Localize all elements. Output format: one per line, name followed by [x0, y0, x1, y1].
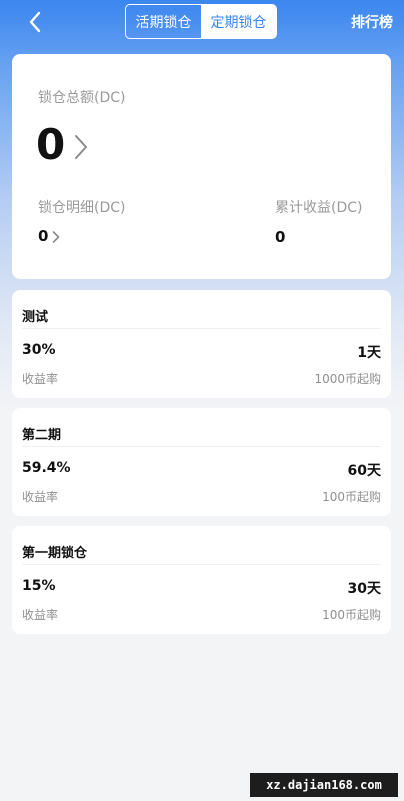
plan-rate-value: 15% [22, 578, 56, 594]
plan-card[interactable]: 测试 30% 1天 收益率 1000币起购 [12, 290, 391, 398]
plan-rate-value: 30% [22, 342, 56, 358]
tab-flexible-lock[interactable]: 活期锁仓 [126, 5, 201, 38]
lock-detail-value: 0 [38, 227, 49, 245]
plan-duration: 60天 [347, 463, 381, 479]
total-locked-label: 锁仓总额(DC) [38, 90, 126, 106]
plan-rate-label: 收益率 [22, 608, 59, 622]
lock-type-tabs: 活期锁仓 定期锁仓 [125, 4, 277, 39]
divider [22, 328, 381, 329]
leaderboard-link[interactable]: 排行榜 [351, 12, 393, 32]
plan-minimum-purchase: 100币起购 [322, 490, 381, 504]
plan-rate-value: 59.4% [22, 460, 71, 476]
chevron-right-icon [53, 231, 60, 243]
total-locked-value: 0 [36, 120, 66, 169]
lock-detail-label: 锁仓明细(DC) [38, 200, 126, 216]
cumulative-earnings-label: 累计收益(DC) [275, 200, 363, 216]
plan-name: 测试 [22, 310, 49, 325]
plan-minimum-purchase: 1000币起购 [314, 372, 381, 386]
chevron-left-icon [29, 11, 41, 33]
divider [22, 564, 381, 565]
plan-rate-label: 收益率 [22, 490, 59, 504]
plan-name: 第一期锁仓 [22, 546, 88, 561]
divider [22, 446, 381, 447]
tab-fixed-lock[interactable]: 定期锁仓 [201, 5, 276, 38]
total-locked-link[interactable]: 0 [36, 124, 89, 166]
plan-duration: 1天 [357, 345, 381, 361]
watermark: xz.dajian168.com [250, 773, 398, 797]
plan-card[interactable]: 第二期 59.4% 60天 收益率 100币起购 [12, 408, 391, 516]
cumulative-earnings-value: 0 [275, 228, 286, 246]
lock-detail-link[interactable]: 0 [38, 227, 60, 245]
plan-rate-label: 收益率 [22, 372, 59, 386]
lock-summary-card: 锁仓总额(DC) 0 锁仓明细(DC) 0 累计收益(DC) 0 [12, 54, 391, 279]
chevron-right-icon [75, 135, 88, 159]
plan-minimum-purchase: 100币起购 [322, 608, 381, 622]
plan-card[interactable]: 第一期锁仓 15% 30天 收益率 100币起购 [12, 526, 391, 634]
top-bar: 活期锁仓 定期锁仓 排行榜 [0, 0, 404, 44]
plan-name: 第二期 [22, 428, 62, 443]
plan-duration: 30天 [347, 581, 381, 597]
back-button[interactable] [22, 8, 50, 36]
